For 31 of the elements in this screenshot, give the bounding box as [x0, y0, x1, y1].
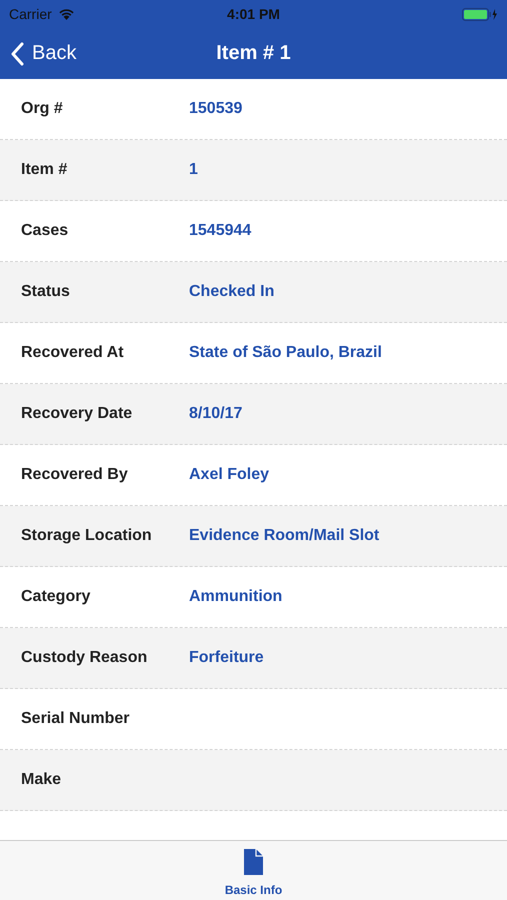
battery-icon [462, 8, 498, 20]
field-label: Category [21, 587, 92, 607]
field-value: State of São Paulo, Brazil [189, 344, 382, 362]
field-value: 1545944 [189, 222, 252, 240]
field-value: 150539 [189, 100, 242, 118]
chevron-left-icon [10, 42, 24, 66]
field-label: Status [21, 282, 71, 302]
field-label: Make [21, 770, 62, 790]
field-value: 8/10/17 [189, 405, 242, 423]
nav-title: Item # 1 [216, 42, 291, 65]
field-label: Serial Number [21, 709, 130, 729]
field-label: Recovered At [21, 343, 125, 363]
field-label: Recovery Date [21, 404, 134, 424]
wifi-icon [58, 8, 75, 20]
field-label: Custody Reason [21, 648, 148, 668]
back-button[interactable]: Back [0, 42, 86, 66]
field-label: Org # [21, 99, 64, 119]
field-label: Item # [21, 160, 68, 180]
field-value: Checked In [189, 283, 274, 301]
field-value: Ammunition [189, 588, 282, 606]
field-value: Forfeiture [189, 649, 264, 667]
status-time: 4:01 PM [227, 6, 280, 22]
carrier-name: Carrier [9, 6, 52, 22]
field-value: Evidence Room/Mail Slot [189, 527, 380, 545]
tab[interactable]: Basic Info [212, 841, 294, 900]
field-value: 1 [189, 161, 198, 179]
field-value: Axel Foley [189, 466, 270, 484]
document-icon [244, 849, 263, 875]
field-label: Recovered By [21, 465, 129, 485]
field-label: Storage Location [21, 526, 153, 546]
field-label: Cases [21, 221, 70, 241]
